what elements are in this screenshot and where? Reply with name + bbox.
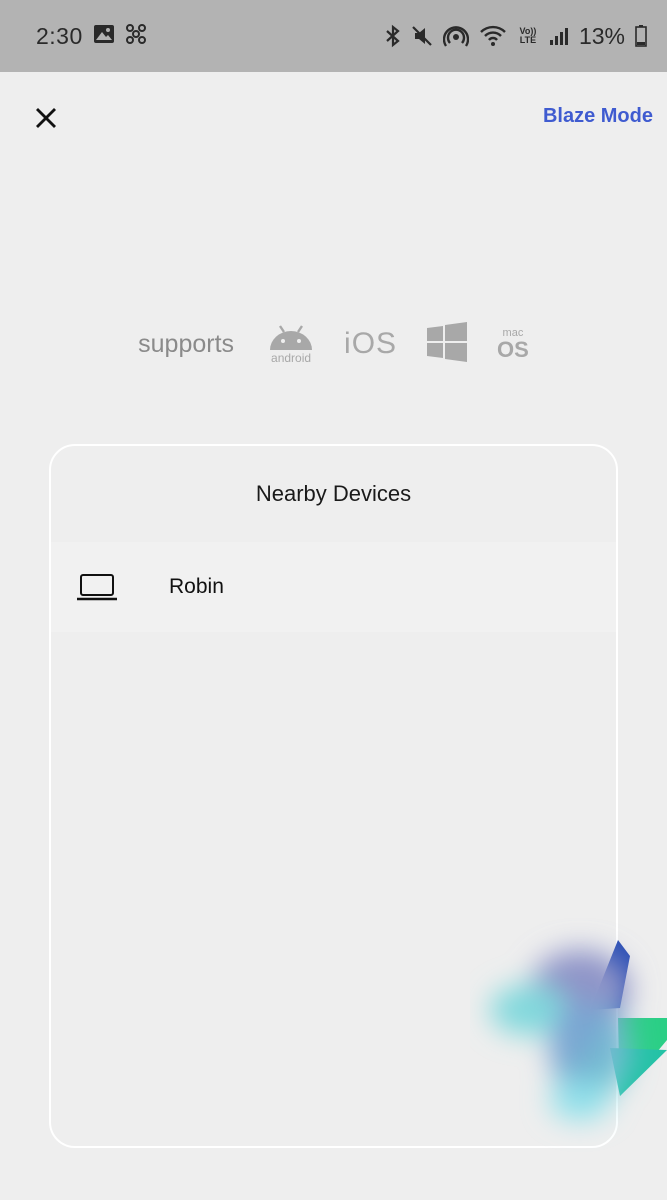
macos-logo: mac OS — [497, 326, 529, 362]
android-label: android — [271, 350, 312, 365]
nearby-devices-card: Nearby Devices Robin — [49, 444, 618, 1148]
volte-icon: Vo)) LTE — [519, 26, 537, 45]
wifi-icon — [479, 25, 507, 47]
mute-icon — [411, 25, 433, 47]
close-button[interactable] — [26, 98, 66, 138]
hotspot-icon — [442, 24, 469, 48]
windows-icon — [427, 321, 468, 367]
android-icon: android — [268, 324, 314, 365]
status-time: 2:30 — [36, 22, 83, 49]
image-icon — [93, 24, 115, 49]
battery-percent: 13% — [578, 22, 625, 49]
supports-label: supports — [138, 329, 235, 358]
blaze-mode-button[interactable]: Blaze Mode — [543, 105, 653, 128]
bluetooth-icon — [385, 24, 401, 48]
status-bar: 2:30 Vo)) LTE 13% — [0, 0, 667, 72]
close-icon — [36, 108, 56, 128]
nearby-devices-title: Nearby Devices — [255, 481, 412, 506]
ios-label: iOS — [344, 327, 398, 360]
device-name: Robin — [169, 575, 224, 598]
supported-platforms: supports android iOS mac OS — [0, 318, 667, 370]
fan-icon — [125, 23, 147, 50]
laptop-icon — [77, 572, 117, 602]
battery-icon — [635, 25, 647, 47]
signal-icon — [549, 26, 569, 46]
device-row[interactable]: Robin — [51, 542, 616, 632]
